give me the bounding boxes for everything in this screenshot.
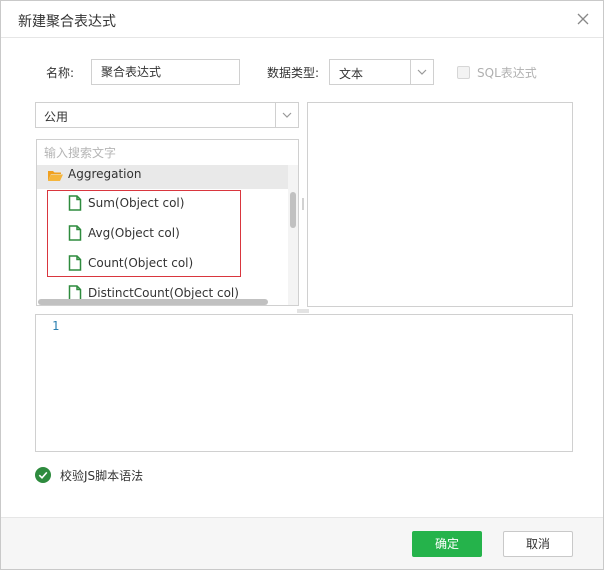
- vertical-scrollbar-thumb[interactable]: [290, 192, 296, 228]
- datatype-label: 数据类型:: [267, 66, 320, 80]
- selection-highlight: [47, 190, 241, 277]
- name-input[interactable]: 聚合表达式: [91, 59, 240, 85]
- category-dropdown-button[interactable]: [275, 103, 298, 127]
- name-label: 名称:: [46, 66, 75, 80]
- datatype-select[interactable]: 文本: [329, 59, 434, 85]
- dialog-footer: 确定 取消: [1, 517, 603, 569]
- vertical-splitter-handle[interactable]: [302, 198, 304, 210]
- dialog-title: 新建聚合表达式: [18, 14, 116, 30]
- dialog-title-bar: 新建聚合表达式: [1, 1, 603, 38]
- category-value: 公用: [44, 110, 69, 124]
- cancel-button[interactable]: 取消: [503, 531, 573, 557]
- tree-folder-aggregation[interactable]: Aggregation: [37, 165, 289, 189]
- line-number: 1: [52, 319, 60, 333]
- close-icon: [577, 13, 589, 25]
- chevron-down-icon: [417, 69, 427, 75]
- validate-js-label: 校验JS脚本语法: [60, 469, 144, 483]
- close-button[interactable]: [575, 11, 591, 27]
- folder-open-icon: [47, 167, 64, 187]
- search-input[interactable]: [36, 139, 299, 165]
- category-select[interactable]: 公用: [35, 102, 299, 128]
- function-tree: Aggregation Sum(Object col) Avg(Object c…: [36, 165, 299, 306]
- datatype-value: 文本: [339, 67, 364, 81]
- vertical-scrollbar[interactable]: [288, 165, 298, 305]
- code-editor[interactable]: 1: [35, 314, 573, 452]
- sql-expression-label: SQL表达式: [477, 66, 537, 80]
- new-aggregate-expression-dialog: 新建聚合表达式 名称: 聚合表达式 数据类型: 文本 SQL表达式 公用 输入搜…: [0, 0, 604, 570]
- confirm-button[interactable]: 确定: [412, 531, 482, 557]
- sql-expression-checkbox[interactable]: [457, 66, 470, 79]
- tree-item-label: DistinctCount(Object col): [88, 286, 239, 300]
- description-panel: [307, 102, 573, 307]
- horizontal-splitter-handle[interactable]: [297, 309, 309, 313]
- tree-folder-label: Aggregation: [68, 167, 142, 181]
- datatype-dropdown-button[interactable]: [410, 60, 433, 84]
- horizontal-scrollbar-thumb[interactable]: [38, 299, 268, 305]
- chevron-down-icon: [282, 112, 292, 118]
- check-circle-icon[interactable]: [35, 467, 51, 483]
